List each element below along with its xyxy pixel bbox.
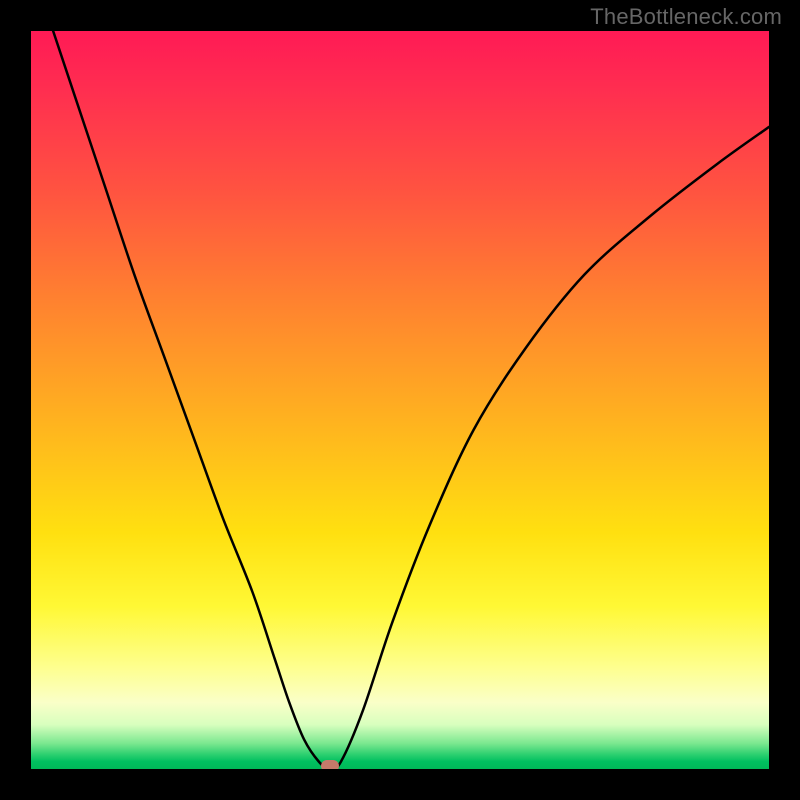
plot-area	[31, 31, 769, 769]
bottleneck-curve	[31, 31, 769, 769]
optimal-point-marker	[321, 760, 339, 769]
watermark-text: TheBottleneck.com	[590, 4, 782, 30]
